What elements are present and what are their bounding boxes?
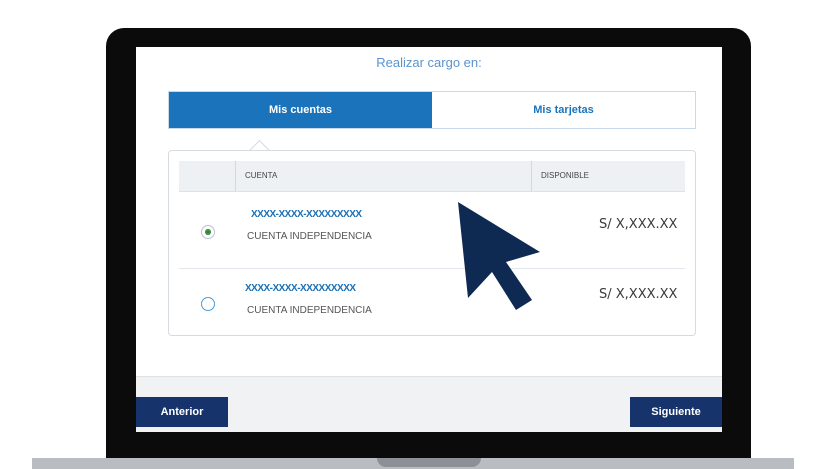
next-button[interactable]: Siguiente bbox=[630, 397, 722, 427]
account-balance: S/ X,XXX.XX bbox=[599, 287, 678, 302]
radio-selected-icon[interactable] bbox=[201, 225, 215, 239]
table-row[interactable]: XXXX-XXXX-XXXXXXXXX CUENTA INDEPENDENCIA… bbox=[179, 269, 685, 345]
laptop-screen: Realizar cargo en: Mis cuentas Mis tarje… bbox=[136, 47, 722, 432]
column-header-cuenta: CUENTA bbox=[245, 171, 278, 180]
account-tabs: Mis cuentas Mis tarjetas bbox=[168, 91, 696, 129]
account-balance: S/ X,XXX.XX bbox=[599, 217, 678, 232]
accounts-panel: CUENTA DISPONIBLE XXXX-XXXX-XXXXXXXXX CU… bbox=[168, 150, 696, 336]
column-divider bbox=[531, 161, 532, 191]
column-divider bbox=[235, 161, 236, 191]
mouse-pointer-icon bbox=[458, 202, 540, 310]
column-header-disponible: DISPONIBLE bbox=[541, 171, 590, 180]
laptop-base-notch bbox=[377, 458, 481, 467]
footer-bar: Anterior Siguiente bbox=[136, 376, 722, 432]
account-type: CUENTA INDEPENDENCIA bbox=[247, 231, 372, 242]
table-row[interactable]: XXXX-XXXX-XXXXXXXXX CUENTA INDEPENDENCIA… bbox=[179, 193, 685, 269]
tab-mis-cuentas[interactable]: Mis cuentas bbox=[169, 92, 432, 128]
page-title: Realizar cargo en: bbox=[376, 55, 482, 70]
radio-unselected-icon[interactable] bbox=[201, 297, 215, 311]
radio-dot bbox=[205, 229, 211, 235]
account-type: CUENTA INDEPENDENCIA bbox=[247, 305, 372, 316]
account-number[interactable]: XXXX-XXXX-XXXXXXXXX bbox=[251, 209, 362, 220]
table-header: CUENTA DISPONIBLE bbox=[179, 161, 685, 192]
account-number[interactable]: XXXX-XXXX-XXXXXXXXX bbox=[245, 283, 356, 294]
tab-mis-tarjetas[interactable]: Mis tarjetas bbox=[432, 92, 695, 128]
previous-button[interactable]: Anterior bbox=[136, 397, 228, 427]
